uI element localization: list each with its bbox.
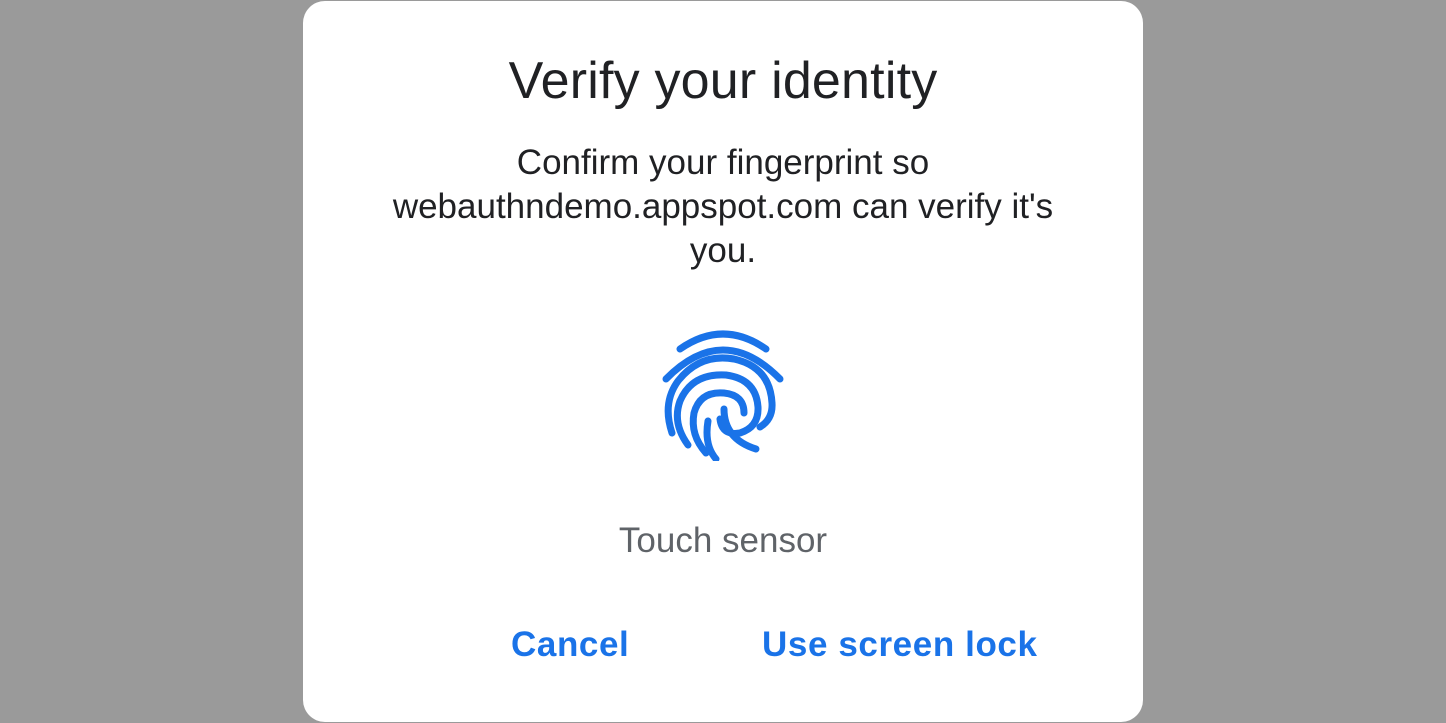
verify-identity-dialog: Verify your identity Confirm your finger… — [303, 1, 1143, 722]
sensor-status-text: Touch sensor — [618, 521, 828, 560]
dialog-title: Verify your identity — [508, 52, 938, 110]
use-screen-lock-button[interactable]: Use screen lock — [756, 619, 1044, 671]
subtitle-line: you. — [689, 231, 757, 270]
dialog-subtitle: Confirm your fingerprint so webauthndemo… — [363, 141, 1083, 273]
subtitle-line: webauthndemo.appspot.com can verify it's — [392, 187, 1054, 226]
subtitle-line: Confirm your fingerprint so — [516, 143, 930, 182]
fingerprint-icon — [660, 323, 786, 461]
cancel-button[interactable]: Cancel — [505, 619, 635, 671]
